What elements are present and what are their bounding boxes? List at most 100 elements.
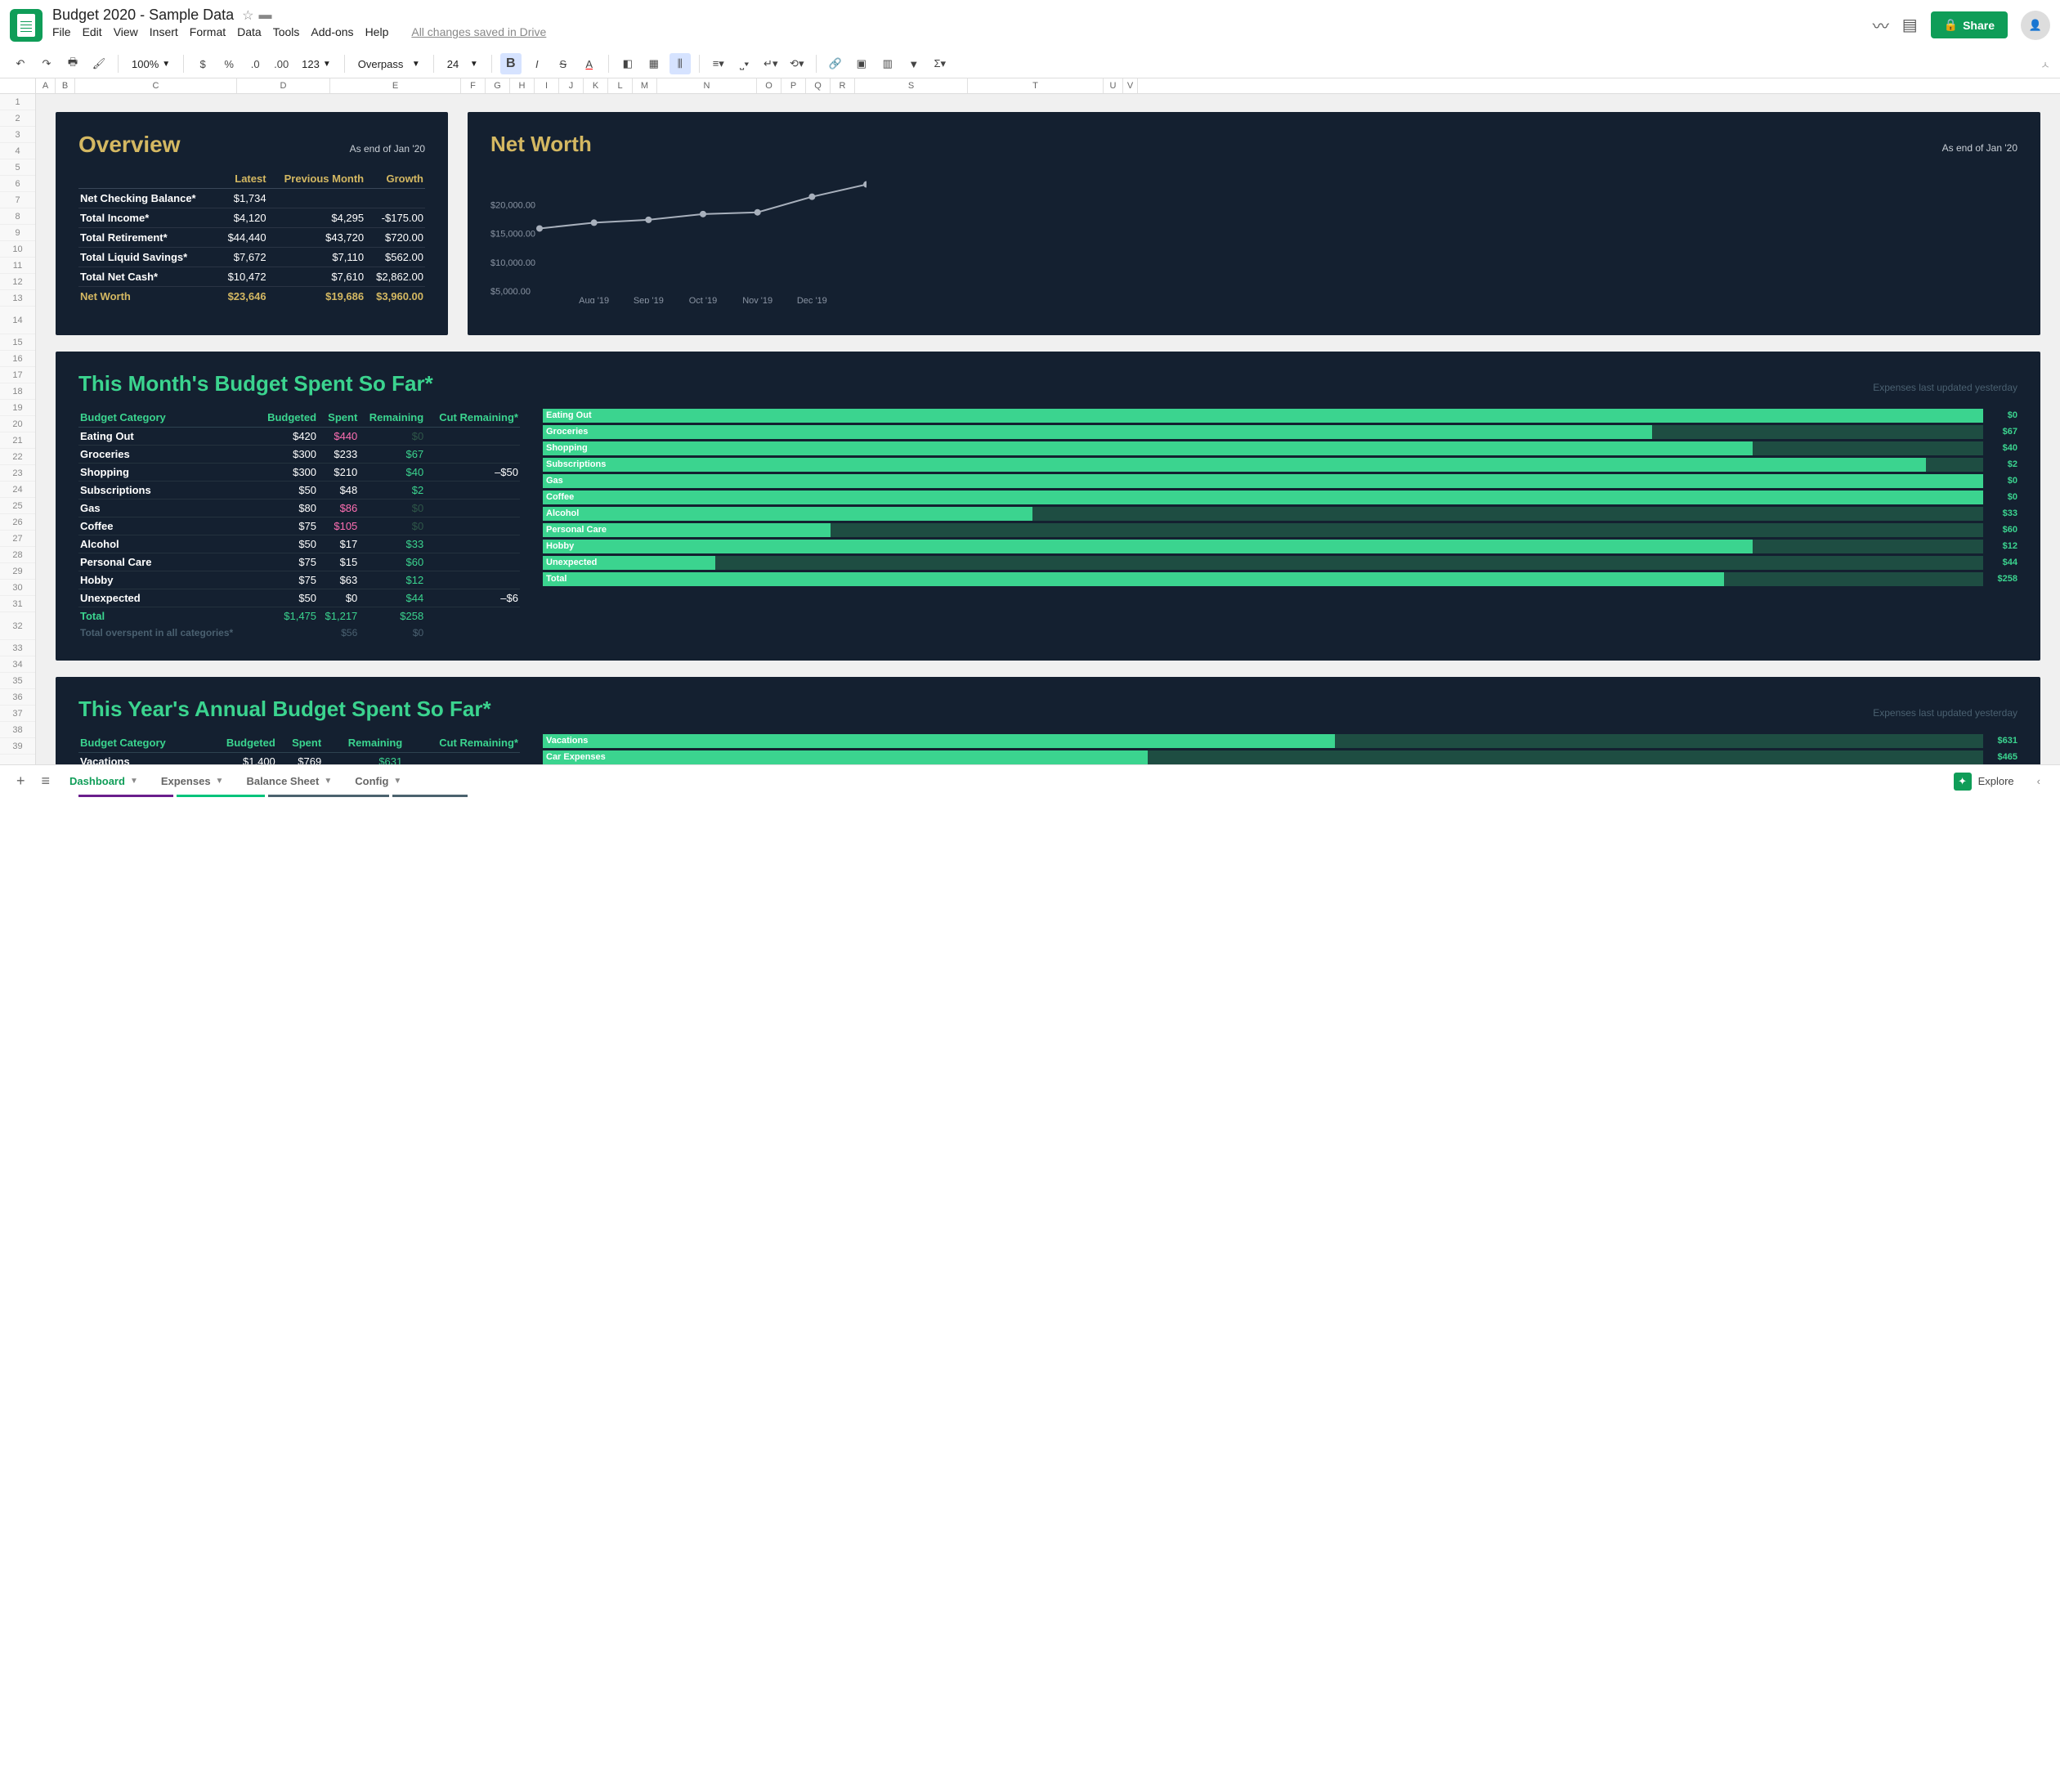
- row-header[interactable]: 22: [0, 449, 35, 465]
- halign-icon[interactable]: ≡▾: [708, 53, 729, 74]
- budget-row[interactable]: Eating Out$420$440$0: [78, 428, 520, 446]
- row-header[interactable]: 28: [0, 547, 35, 563]
- row-header[interactable]: 19: [0, 400, 35, 416]
- overview-row[interactable]: Net Checking Balance*$1,734: [78, 189, 425, 208]
- budget-row[interactable]: Vacations$1,400$769$631: [78, 753, 520, 765]
- row-header[interactable]: 10: [0, 241, 35, 258]
- percent-icon[interactable]: %: [218, 53, 240, 74]
- comment-icon[interactable]: ▣: [851, 53, 872, 74]
- col-header[interactable]: A: [36, 78, 56, 93]
- tab-expenses[interactable]: Expenses▼: [150, 768, 235, 795]
- row-header[interactable]: 24: [0, 482, 35, 498]
- row-header[interactable]: 21: [0, 432, 35, 449]
- col-header[interactable]: P: [781, 78, 806, 93]
- row-header[interactable]: 33: [0, 640, 35, 656]
- menu-data[interactable]: Data: [237, 25, 262, 38]
- row-header[interactable]: 8: [0, 208, 35, 225]
- row-header[interactable]: 36: [0, 689, 35, 706]
- row-header[interactable]: 23: [0, 465, 35, 482]
- col-header[interactable]: N: [657, 78, 757, 93]
- row-header[interactable]: 3: [0, 127, 35, 143]
- row-header[interactable]: 17: [0, 367, 35, 383]
- row-header[interactable]: 39: [0, 738, 35, 755]
- col-header[interactable]: I: [535, 78, 559, 93]
- budget-row[interactable]: Groceries$300$233$67: [78, 446, 520, 464]
- avatar[interactable]: 👤: [2021, 11, 2050, 40]
- tab-balance-sheet[interactable]: Balance Sheet▼: [235, 768, 343, 795]
- budget-total-row[interactable]: Total$1,475$1,217$258: [78, 607, 520, 625]
- star-icon[interactable]: ☆: [242, 7, 253, 24]
- row-header[interactable]: 14: [0, 307, 35, 334]
- row-header[interactable]: 12: [0, 274, 35, 290]
- menu-add-ons[interactable]: Add-ons: [311, 25, 353, 38]
- col-header[interactable]: U: [1104, 78, 1123, 93]
- filter-icon[interactable]: ▼: [903, 53, 925, 74]
- row-header[interactable]: 9: [0, 225, 35, 241]
- undo-icon[interactable]: ↶: [10, 53, 31, 74]
- decimal-decrease-icon[interactable]: .0: [244, 53, 266, 74]
- budget-row[interactable]: Gas$80$86$0: [78, 500, 520, 517]
- row-header[interactable]: 13: [0, 290, 35, 307]
- menu-tools[interactable]: Tools: [273, 25, 300, 38]
- col-header[interactable]: M: [633, 78, 657, 93]
- menu-insert[interactable]: Insert: [150, 25, 178, 38]
- menu-view[interactable]: View: [114, 25, 138, 38]
- wrap-icon[interactable]: ↵▾: [760, 53, 781, 74]
- share-button[interactable]: 🔒 Share: [1931, 11, 2008, 38]
- bold-button[interactable]: B: [500, 53, 522, 74]
- col-header[interactable]: R: [831, 78, 855, 93]
- row-header[interactable]: 29: [0, 563, 35, 580]
- menu-edit[interactable]: Edit: [83, 25, 102, 38]
- redo-icon[interactable]: ↷: [36, 53, 57, 74]
- budget-row[interactable]: Personal Care$75$15$60: [78, 553, 520, 571]
- row-header[interactable]: 32: [0, 612, 35, 640]
- row-header[interactable]: 4: [0, 143, 35, 159]
- add-sheet-icon[interactable]: +: [8, 773, 34, 790]
- text-color-icon[interactable]: A: [579, 53, 600, 74]
- col-header[interactable]: K: [584, 78, 608, 93]
- doc-title[interactable]: Budget 2020 - Sample Data: [52, 7, 234, 24]
- budget-row[interactable]: Hobby$75$63$12: [78, 571, 520, 589]
- col-header[interactable]: J: [559, 78, 584, 93]
- row-header[interactable]: 20: [0, 416, 35, 432]
- fontsize-select[interactable]: 24 ▼: [442, 58, 483, 70]
- row-header[interactable]: 2: [0, 110, 35, 127]
- row-header[interactable]: 25: [0, 498, 35, 514]
- sheets-logo-icon[interactable]: [10, 9, 43, 42]
- decimal-increase-icon[interactable]: .00: [271, 53, 292, 74]
- valign-icon[interactable]: ⎵▾: [734, 53, 755, 74]
- menu-format[interactable]: Format: [190, 25, 226, 38]
- col-header[interactable]: G: [486, 78, 510, 93]
- print-icon[interactable]: 🖶: [62, 53, 83, 74]
- paint-format-icon[interactable]: 🖌: [88, 53, 110, 74]
- row-header[interactable]: 35: [0, 673, 35, 689]
- col-header[interactable]: S: [855, 78, 968, 93]
- folder-icon[interactable]: ▬: [259, 8, 272, 23]
- chart-icon[interactable]: ▥: [877, 53, 898, 74]
- row-header[interactable]: 34: [0, 656, 35, 673]
- format-select[interactable]: 123 ▼: [297, 58, 336, 70]
- col-header[interactable]: L: [608, 78, 633, 93]
- row-header[interactable]: 38: [0, 722, 35, 738]
- tab-config[interactable]: Config▼: [343, 768, 413, 795]
- tab-dashboard[interactable]: Dashboard▼: [58, 768, 150, 795]
- overview-row[interactable]: Total Retirement*$44,440$43,720$720.00: [78, 228, 425, 248]
- row-header[interactable]: 30: [0, 580, 35, 596]
- row-header[interactable]: 27: [0, 531, 35, 547]
- explore-button[interactable]: ✦Explore‹: [1942, 773, 2052, 791]
- collapse-toolbar-icon[interactable]: ㅅ: [2040, 56, 2050, 72]
- col-header[interactable]: C: [75, 78, 237, 93]
- col-header[interactable]: T: [968, 78, 1104, 93]
- row-header[interactable]: 7: [0, 192, 35, 208]
- italic-button[interactable]: I: [526, 53, 548, 74]
- row-header[interactable]: 37: [0, 706, 35, 722]
- strike-button[interactable]: S: [553, 53, 574, 74]
- row-header[interactable]: 1: [0, 94, 35, 110]
- col-header[interactable]: V: [1123, 78, 1138, 93]
- col-header[interactable]: D: [237, 78, 330, 93]
- overview-networth-row[interactable]: Net Worth$23,646$19,686$3,960.00: [78, 287, 425, 307]
- comments-icon[interactable]: ▤: [1902, 15, 1918, 35]
- budget-row[interactable]: Coffee$75$105$0: [78, 517, 520, 535]
- col-header[interactable]: H: [510, 78, 535, 93]
- row-header[interactable]: 18: [0, 383, 35, 400]
